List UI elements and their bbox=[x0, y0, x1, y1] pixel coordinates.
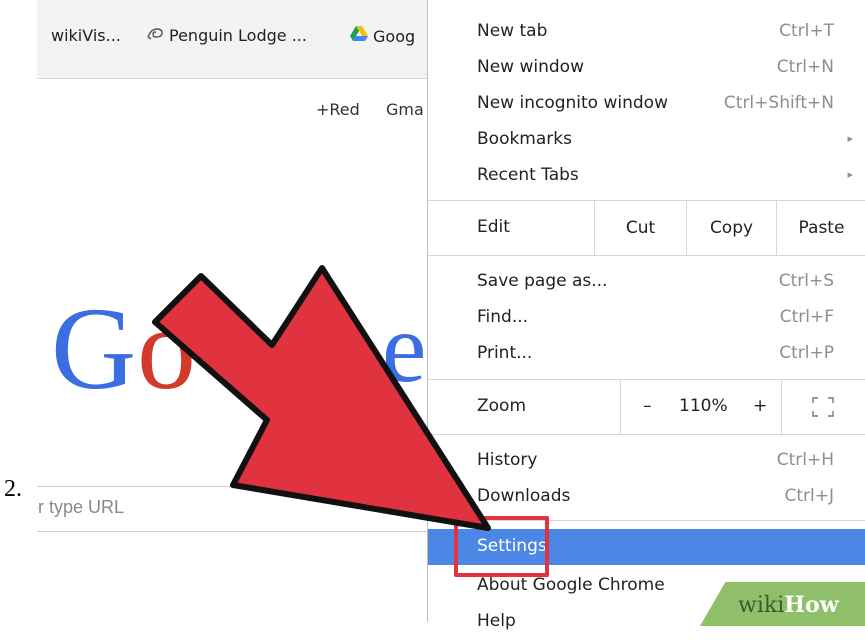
watermark-suffix: How bbox=[784, 592, 839, 618]
wikihow-watermark: wikiHow bbox=[738, 592, 839, 618]
watermark-prefix: wiki bbox=[738, 593, 785, 618]
pointer-arrow-icon bbox=[152, 265, 491, 531]
